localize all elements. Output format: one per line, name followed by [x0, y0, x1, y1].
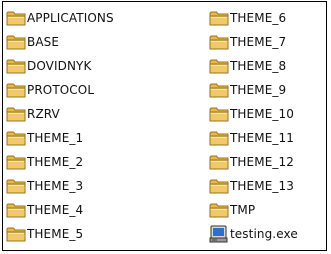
folder-icon — [209, 153, 229, 171]
folder-icon — [6, 129, 26, 147]
folder-label: BASE — [27, 35, 60, 49]
folder-item[interactable]: THEME_2 — [6, 150, 114, 174]
folder-item[interactable]: APPLICATIONS — [6, 6, 114, 30]
folder-icon — [6, 57, 26, 75]
folder-icon — [6, 81, 26, 99]
folder-icon — [6, 201, 26, 219]
folder-label: THEME_2 — [27, 155, 84, 169]
file-item-executable[interactable]: testing.exe — [209, 222, 298, 246]
folder-item[interactable]: THEME_9 — [209, 78, 298, 102]
executable-icon — [209, 225, 229, 243]
folder-item[interactable]: THEME_8 — [209, 54, 298, 78]
file-list-panel: APPLICATIONS BASE DOVIDNYK PROTOCOL RZRV… — [2, 1, 327, 251]
folder-item[interactable]: THEME_12 — [209, 150, 298, 174]
folder-item[interactable]: THEME_5 — [6, 222, 114, 246]
folder-icon — [6, 9, 26, 27]
folder-label: THEME_12 — [230, 155, 294, 169]
folder-item[interactable]: THEME_13 — [209, 174, 298, 198]
folder-item[interactable]: DOVIDNYK — [6, 54, 114, 78]
folder-item[interactable]: THEME_1 — [6, 126, 114, 150]
folder-label: THEME_10 — [230, 107, 294, 121]
folder-label: THEME_13 — [230, 179, 294, 193]
folder-item[interactable]: PROTOCOL — [6, 78, 114, 102]
folder-label: THEME_1 — [27, 131, 84, 145]
folder-icon — [6, 177, 26, 195]
folder-label: APPLICATIONS — [27, 11, 114, 25]
folder-label: THEME_4 — [27, 203, 84, 217]
folder-label: THEME_8 — [230, 59, 287, 73]
folder-icon — [209, 9, 229, 27]
folder-icon — [209, 57, 229, 75]
folder-item[interactable]: THEME_3 — [6, 174, 114, 198]
folder-item[interactable]: THEME_4 — [6, 198, 114, 222]
folder-icon — [6, 225, 26, 243]
file-list-column-left: APPLICATIONS BASE DOVIDNYK PROTOCOL RZRV… — [6, 6, 114, 246]
folder-icon — [209, 177, 229, 195]
folder-icon — [6, 33, 26, 51]
folder-icon — [209, 105, 229, 123]
folder-item[interactable]: THEME_6 — [209, 6, 298, 30]
file-label: testing.exe — [230, 227, 298, 241]
file-list-column-right: THEME_6 THEME_7 THEME_8 THEME_9 THEME_10… — [209, 6, 298, 246]
folder-icon — [6, 153, 26, 171]
folder-label: THEME_7 — [230, 35, 287, 49]
folder-label: TMP — [230, 203, 256, 217]
folder-item[interactable]: THEME_7 — [209, 30, 298, 54]
folder-icon — [209, 33, 229, 51]
folder-item[interactable]: TMP — [209, 198, 298, 222]
folder-icon — [6, 105, 26, 123]
folder-icon — [209, 129, 229, 147]
folder-item[interactable]: THEME_10 — [209, 102, 298, 126]
folder-label: THEME_6 — [230, 11, 287, 25]
folder-item[interactable]: BASE — [6, 30, 114, 54]
folder-item[interactable]: RZRV — [6, 102, 114, 126]
folder-label: THEME_11 — [230, 131, 294, 145]
folder-label: THEME_9 — [230, 83, 287, 97]
folder-icon — [209, 81, 229, 99]
folder-label: THEME_3 — [27, 179, 84, 193]
folder-label: RZRV — [27, 107, 60, 121]
folder-icon — [209, 201, 229, 219]
folder-label: DOVIDNYK — [27, 59, 92, 73]
folder-item[interactable]: THEME_11 — [209, 126, 298, 150]
folder-label: THEME_5 — [27, 227, 84, 241]
folder-label: PROTOCOL — [27, 83, 95, 97]
